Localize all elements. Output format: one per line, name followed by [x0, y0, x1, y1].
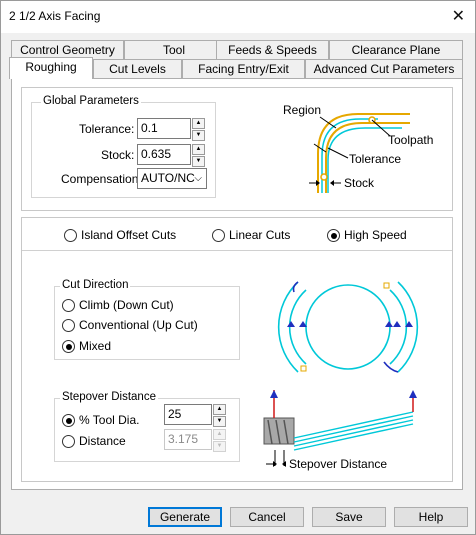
up-arrow-icon — [287, 321, 295, 327]
pass-1 — [293, 411, 414, 439]
up-arrow-icon[interactable]: ▲ — [192, 144, 205, 155]
pass-3 — [293, 419, 414, 447]
up-arrow-icon — [385, 321, 393, 327]
up-arrow-icon[interactable]: ▲ — [192, 118, 205, 129]
distance-input[interactable]: 3.175 — [164, 429, 212, 450]
radio-selected-icon — [62, 340, 75, 353]
stepover-legend: Stepover Distance — [60, 391, 158, 403]
cancel-button[interactable]: Cancel — [230, 507, 304, 527]
chevron-down-icon: ⌵ — [194, 173, 202, 184]
stepover-diagram: Stepover Distance — [263, 390, 417, 471]
linear-cuts-radio[interactable]: Linear Cuts — [212, 228, 292, 244]
tab-feeds-speeds[interactable]: Feeds & Speeds — [216, 40, 329, 59]
tool-arrow-icon — [270, 390, 278, 398]
down-arrow-icon[interactable]: ▼ — [213, 441, 226, 452]
region-toolpath-diagram: Region Toolpath Tolerance Stock — [283, 103, 433, 193]
conventional-label: Conventional (Up Cut) — [79, 318, 198, 332]
compensation-value: AUTO/NC — [141, 171, 195, 185]
up-arrow-icon[interactable]: ▲ — [213, 404, 226, 415]
stock-spinner[interactable]: ▲ ▼ — [192, 144, 205, 167]
high-speed-circle-diagram — [277, 281, 419, 373]
linear-cuts-label: Linear Cuts — [229, 228, 291, 242]
save-button[interactable]: Save — [312, 507, 386, 527]
tolerance-spinner[interactable]: ▲ ▼ — [192, 118, 205, 141]
toolpath-label: Toolpath — [388, 133, 433, 147]
close-icon[interactable]: ✕ — [452, 6, 465, 26]
stock-label: Stock: — [101, 148, 135, 162]
tolerance-label: Tolerance: — [79, 122, 135, 136]
island-offset-cuts-label: Island Offset Cuts — [81, 228, 177, 242]
tool-dia-spinner[interactable]: ▲ ▼ — [213, 404, 226, 427]
distance-label: Distance — [79, 434, 126, 448]
tool-dia-input[interactable]: 25 — [164, 404, 212, 425]
high-speed-radio[interactable]: High Speed — [327, 228, 407, 244]
conventional-radio[interactable]: Conventional (Up Cut) — [62, 318, 202, 334]
radio-icon — [62, 299, 75, 312]
stock-diagram-label: Stock — [344, 176, 375, 190]
region-label: Region — [283, 103, 321, 117]
tab-facing-entry-exit[interactable]: Facing Entry/Exit — [182, 59, 305, 78]
high-speed-label: High Speed — [344, 228, 407, 242]
distance-spinner[interactable]: ▲ ▼ — [213, 429, 226, 452]
divider — [22, 250, 452, 251]
down-arrow-icon[interactable]: ▼ — [192, 156, 205, 167]
climb-radio[interactable]: Climb (Down Cut) — [62, 298, 182, 314]
inner-circle-path — [305, 284, 391, 370]
up-arrow-icon — [393, 321, 401, 327]
retract-arrow-icon — [409, 390, 417, 398]
stepover-diagram-label: Stepover Distance — [289, 457, 387, 471]
tab-roughing[interactable]: Roughing — [9, 57, 93, 79]
radio-icon — [62, 319, 75, 332]
radio-selected-icon — [327, 229, 340, 242]
title-bar: 2 1/2 Axis Facing ✕ — [1, 1, 475, 33]
pass-4 — [293, 423, 414, 451]
radio-icon — [212, 229, 225, 242]
stock-point — [320, 173, 328, 181]
end-point — [300, 365, 307, 372]
radio-selected-icon — [62, 414, 75, 427]
generate-button[interactable]: Generate — [148, 507, 222, 527]
climb-label: Climb (Down Cut) — [79, 298, 174, 312]
tolerance-leader — [327, 147, 349, 159]
tab-tool[interactable]: Tool — [124, 40, 224, 59]
compensation-select[interactable]: AUTO/NC ⌵ — [137, 168, 207, 189]
mixed-label: Mixed — [79, 339, 112, 353]
down-arrow-icon[interactable]: ▼ — [213, 416, 226, 427]
stock-input[interactable]: 0.635 — [137, 144, 191, 165]
radio-icon — [62, 435, 75, 448]
tab-cut-levels[interactable]: Cut Levels — [93, 59, 182, 78]
down-arrow-icon[interactable]: ▼ — [192, 130, 205, 141]
stock-arrowhead-right — [330, 180, 334, 186]
start-point — [383, 282, 390, 289]
global-parameters-legend: Global Parameters — [41, 95, 141, 107]
tolerance-tick — [313, 143, 327, 153]
window-title: 2 1/2 Axis Facing — [9, 9, 101, 23]
tolerance-diagram-label: Tolerance — [349, 152, 401, 166]
tolerance-input[interactable]: 0.1 — [137, 118, 191, 139]
compensation-label: Compensation: — [61, 172, 142, 186]
tab-advanced-cut-parameters[interactable]: Advanced Cut Parameters — [305, 59, 463, 78]
pass-2 — [293, 415, 414, 443]
island-offset-cuts-radio[interactable]: Island Offset Cuts — [64, 228, 177, 244]
mixed-radio[interactable]: Mixed — [62, 339, 142, 355]
tool-dia-label: % Tool Dia. — [79, 413, 140, 427]
cut-direction-legend: Cut Direction — [60, 279, 131, 291]
help-button[interactable]: Help — [394, 507, 468, 527]
up-arrow-icon[interactable]: ▲ — [213, 429, 226, 440]
tab-clearance-plane[interactable]: Clearance Plane — [329, 40, 463, 59]
radio-icon — [64, 229, 77, 242]
distance-radio[interactable]: Distance — [62, 434, 152, 450]
tool-dia-radio[interactable]: % Tool Dia. — [62, 413, 152, 429]
